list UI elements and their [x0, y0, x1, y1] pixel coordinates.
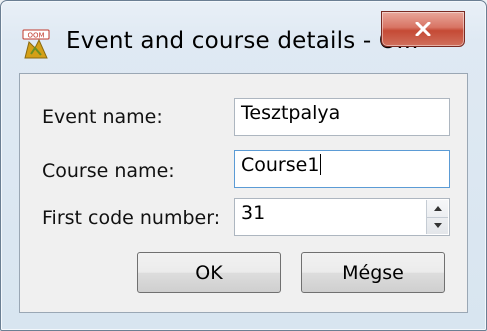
- event-name-value: Tesztpalya: [241, 102, 341, 124]
- close-button[interactable]: [381, 11, 465, 47]
- first-code-stepper[interactable]: 31: [234, 198, 450, 236]
- course-name-label: Course name:: [42, 160, 175, 182]
- window-title: Event and course details - O...: [66, 28, 419, 54]
- spin-down-button[interactable]: [427, 217, 448, 234]
- title-bar[interactable]: OOM Event and course details - O...: [1, 1, 486, 83]
- close-icon: [415, 22, 431, 36]
- spin-buttons: [426, 200, 448, 234]
- ok-button[interactable]: OK: [137, 252, 281, 293]
- dialog-client-area: Event name: Tesztpalya Course name: Cour…: [19, 73, 468, 313]
- course-name-input[interactable]: Course1: [234, 150, 450, 188]
- course-name-value: Course1: [241, 154, 320, 176]
- first-code-value: 31: [241, 202, 266, 224]
- event-name-input[interactable]: Tesztpalya: [234, 98, 450, 136]
- dialog-window: OOM Event and course details - O... Even…: [0, 0, 487, 331]
- first-code-label: First code number:: [42, 207, 221, 229]
- app-icon: OOM: [22, 29, 50, 59]
- text-caret: [320, 154, 322, 175]
- event-name-label: Event name:: [42, 106, 163, 128]
- svg-text:OOM: OOM: [27, 32, 44, 40]
- spin-up-button[interactable]: [427, 200, 448, 218]
- spin-up-icon: [433, 206, 442, 211]
- spin-down-icon: [433, 223, 442, 228]
- cancel-button[interactable]: Mégse: [301, 252, 445, 293]
